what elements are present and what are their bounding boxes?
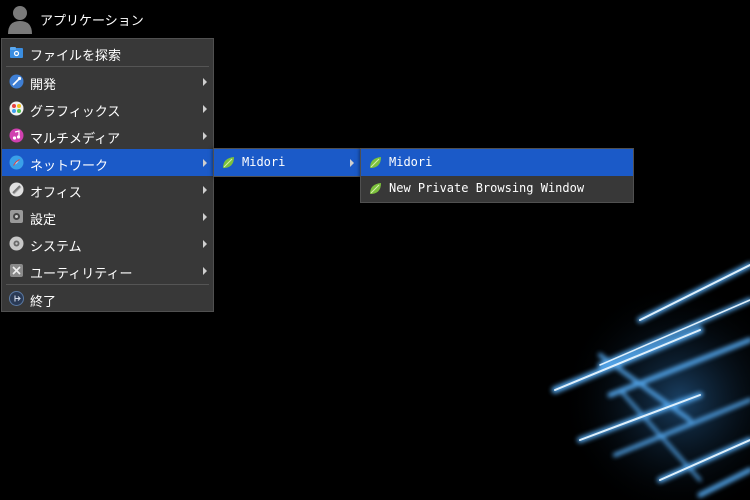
settings-icon	[10, 210, 23, 223]
menu-item-label: ユーティリティー	[30, 267, 133, 282]
submenu-arrow-icon	[203, 267, 207, 275]
submenu-item-label: New Private Browsing Window	[389, 181, 585, 195]
midori-submenu: Midori New Private Browsing Window	[360, 148, 634, 203]
graphics-icon	[9, 101, 24, 116]
menu-item-label: システム	[30, 240, 82, 255]
user-avatar-icon[interactable]	[6, 4, 34, 34]
applications-menu: ファイルを探索 開発 グラフィックス マルチメディア ネットワーク オフィス 設…	[1, 38, 214, 312]
network-icon	[9, 155, 24, 170]
menu-item-office[interactable]: オフィス	[2, 176, 213, 203]
midori-icon	[370, 157, 381, 168]
menu-item-label: グラフィックス	[30, 105, 121, 120]
submenu-arrow-icon	[203, 186, 207, 194]
development-icon	[9, 74, 24, 89]
menu-item-label: ネットワーク	[30, 159, 109, 174]
submenu-arrow-icon	[203, 240, 207, 248]
menu-item-label: 開発	[30, 78, 57, 93]
submenu-arrow-icon	[203, 132, 207, 140]
menu-item-label: オフィス	[30, 186, 82, 201]
menu-item-utilities[interactable]: ユーティリティー	[2, 257, 213, 284]
submenu-arrow-icon	[203, 213, 207, 221]
menu-item-label: 設定	[30, 213, 57, 228]
midori-icon	[223, 157, 234, 168]
midori-icon	[370, 183, 381, 194]
submenu-arrow-icon	[203, 78, 207, 86]
office-icon	[9, 182, 24, 197]
applications-menu-button[interactable]: アプリケーション	[40, 10, 144, 29]
menu-item-development[interactable]: 開発	[2, 68, 213, 95]
submenu-arrow-icon	[350, 159, 354, 167]
menu-item-quit[interactable]: 終了	[2, 285, 213, 312]
submenu-item-label: Midori	[242, 155, 286, 169]
menu-item-label: 終了	[30, 295, 57, 310]
submenu-arrow-icon	[203, 105, 207, 113]
menu-item-multimedia[interactable]: マルチメディア	[2, 122, 213, 149]
network-submenu: Midori	[213, 148, 361, 177]
submenu-item-label: Midori	[389, 155, 433, 169]
menu-item-graphics[interactable]: グラフィックス	[2, 95, 213, 122]
folder-search-icon	[10, 47, 23, 58]
menu-item-settings[interactable]: 設定	[2, 203, 213, 230]
menu-separator	[6, 66, 209, 67]
menu-item-network[interactable]: ネットワーク	[2, 149, 213, 176]
logout-icon	[9, 291, 24, 306]
search-files-item[interactable]: ファイルを探索	[2, 39, 213, 66]
system-icon	[9, 236, 24, 251]
submenu-arrow-icon	[203, 159, 207, 167]
submenu-item-private-window[interactable]: New Private Browsing Window	[361, 175, 633, 202]
menu-item-system[interactable]: システム	[2, 230, 213, 257]
multimedia-icon	[9, 128, 24, 143]
utilities-icon	[10, 264, 23, 277]
submenu-item-midori[interactable]: Midori	[214, 149, 360, 176]
submenu-item-midori-open[interactable]: Midori	[361, 149, 633, 176]
search-files-label: ファイルを探索	[30, 49, 122, 64]
menu-item-label: マルチメディア	[30, 132, 121, 147]
